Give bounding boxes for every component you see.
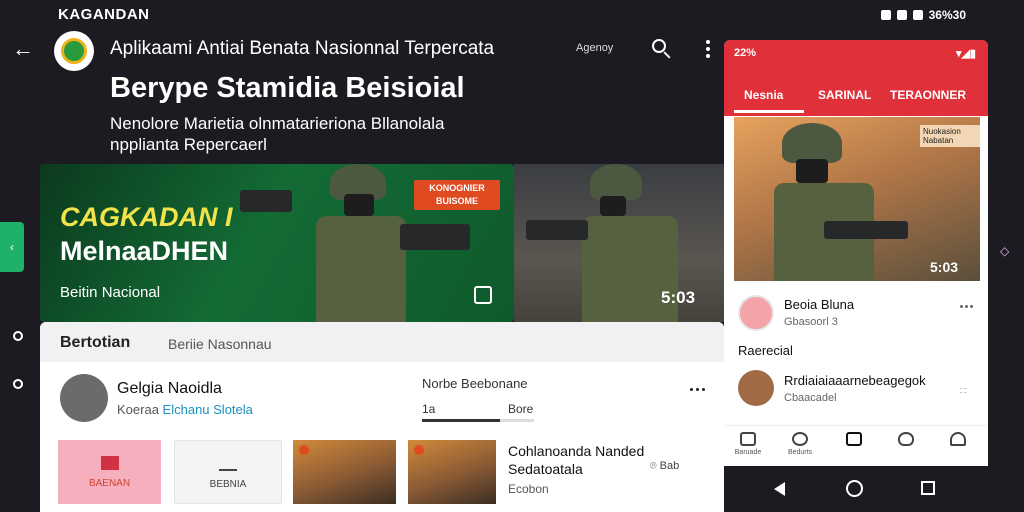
video-duration: 5:03 (930, 259, 959, 275)
phone-tab[interactable]: Nesnia (744, 88, 783, 102)
location-text: Bab (659, 460, 680, 472)
avatar[interactable] (60, 374, 108, 422)
progress-bar[interactable] (422, 419, 534, 422)
user-meta-prefix: Koeraa (117, 402, 159, 417)
progress-left-value: 1a (422, 402, 436, 416)
soldier-illustration (240, 164, 470, 322)
video-thumbnail[interactable] (408, 440, 496, 504)
video-thumbnail[interactable] (293, 440, 396, 504)
bell-icon (950, 432, 966, 446)
system-recents-icon[interactable] (921, 481, 935, 495)
nav-notifications[interactable] (938, 430, 978, 449)
phone-tab[interactable]: TERAONNER (890, 88, 966, 102)
app-logo (54, 31, 94, 71)
item-name[interactable]: Beoia Bluna (784, 297, 854, 312)
more-options-icon[interactable] (690, 388, 705, 391)
hero-title-2: MelnaaDHEN (60, 236, 229, 266)
panel-title: Bertotian (60, 334, 131, 351)
more-options-icon[interactable] (706, 40, 710, 58)
user-meta: Koeraa Elchanu Slotela (117, 402, 253, 417)
live-indicator-icon (299, 445, 309, 455)
system-back-icon[interactable] (774, 482, 785, 496)
phone-tab-bar: Nesnia SARINAL TERAONNER (724, 66, 988, 116)
item-meta: Cbaacadel (784, 392, 837, 404)
progress-fill (422, 419, 501, 422)
flag-icon (100, 456, 119, 470)
next-arrow-icon[interactable]: ◇ (1000, 244, 1009, 258)
status-text: 36%30 (928, 8, 966, 22)
phone-video-image[interactable]: Nuokasion Nabatan 5:03 (734, 117, 980, 281)
page-headline: Berype Stamidia Beisioial (110, 72, 465, 104)
live-indicator-icon (414, 445, 424, 455)
user-meta-link[interactable]: Elchanu Slotela (163, 402, 253, 417)
panel-header: Bertotian Beriie Nasonnau (40, 322, 724, 362)
progress-right-value: Bore (508, 402, 534, 416)
related-title-line-2: Sedatoatala (508, 461, 583, 477)
related-meta: Ecobon (508, 482, 549, 496)
category-tile[interactable]: BEBNIA (174, 440, 282, 504)
location-label: ⌾ Bab (650, 460, 679, 473)
heart-icon (898, 432, 914, 446)
soldier-illustration (774, 123, 908, 281)
more-options-icon[interactable] (960, 305, 973, 308)
nav-messages[interactable] (834, 430, 874, 449)
avatar[interactable] (738, 295, 774, 331)
external-link-icon[interactable] (474, 286, 492, 304)
tile-label: BAENAN (88, 478, 131, 489)
category-tile[interactable]: BAENAN (58, 440, 161, 504)
video-duration: 5:03 (661, 288, 696, 307)
phone-status-bar: 22% ▾◢▮ (724, 40, 988, 66)
wifi-icon (896, 10, 907, 20)
related-title-line-1: Cohlanoanda Nanded (508, 443, 645, 459)
hero-subtitle: Beitin Nacional (60, 284, 161, 301)
avatar[interactable] (738, 370, 774, 406)
related-title[interactable]: Cohlanoanda Nanded Sedatoatala (508, 442, 644, 478)
item-meta: Gbasoorl 3 (784, 316, 838, 328)
page-subheading-line-1: Nenolore Marietia olnmatarieriona Bllano… (110, 114, 445, 133)
status-indicators: 36%30 (880, 8, 966, 22)
location-pin-icon: ⌾ (650, 460, 657, 472)
phone-signal-icon: ▾◢▮ (955, 48, 976, 60)
search-icon (792, 432, 808, 446)
hero-title-1: CAGKADAN I (60, 202, 233, 232)
search-icon[interactable] (652, 39, 666, 53)
video-badge: Nuokasion Nabatan (920, 125, 980, 147)
panel-subtitle: Beriie Nasonnau (168, 336, 272, 352)
nav-home[interactable]: Baruade (728, 430, 768, 456)
phone-preview: 22% ▾◢▮ Nesnia SARINAL TERAONNER Nuokasi… (724, 40, 988, 512)
phone-status-text: 22% (734, 47, 757, 59)
system-home-icon[interactable] (846, 480, 863, 497)
agency-dropdown[interactable]: Agenoy (576, 42, 613, 54)
nav-search[interactable]: Bedurts (780, 430, 820, 456)
user-name[interactable]: Gelgia Naoidla (117, 380, 222, 398)
phone-bottom-nav: Baruade Bedurts (724, 425, 988, 465)
active-tab-indicator (734, 110, 804, 113)
content-panel: Bertotian Beriie Nasonnau Gelgia Naoidla… (40, 322, 724, 512)
chat-icon (846, 432, 862, 446)
section-label: Raerecial (738, 343, 793, 358)
battery-icon (912, 10, 923, 20)
app-title: Aplikaami Antiai Benata Nasionnal Terper… (110, 38, 495, 59)
video-card[interactable]: 5:03 (514, 164, 724, 322)
item-name[interactable]: Rrdiaiaiaaarnebeagegok (784, 373, 926, 388)
chart-icon (219, 455, 237, 471)
hero-banner[interactable]: CAGKADAN I MelnaaDHEN Beitin Nacional KO… (40, 164, 514, 322)
nav-label: Baruade (734, 449, 762, 456)
back-arrow-icon[interactable]: ← (12, 38, 34, 60)
grid-icon[interactable]: ∷ (960, 386, 966, 397)
phone-tab[interactable]: SARINAL (818, 88, 871, 102)
progress-label: Norbe Beebonane (422, 376, 528, 391)
home-icon (740, 432, 756, 446)
side-indicator-dot[interactable] (13, 331, 23, 341)
page-subheading-line-2: npplianta Repercaerl (110, 135, 267, 154)
status-app-label: KAGANDAN (58, 6, 150, 23)
nav-label: Bedurts (787, 449, 813, 456)
network-icon (880, 10, 891, 20)
tile-label: BEBNIA (209, 479, 247, 490)
nav-favorites[interactable] (886, 430, 926, 449)
side-drawer-handle[interactable]: ‹ (0, 222, 24, 272)
system-nav-bar (724, 466, 988, 512)
side-indicator-dot[interactable] (13, 379, 23, 389)
